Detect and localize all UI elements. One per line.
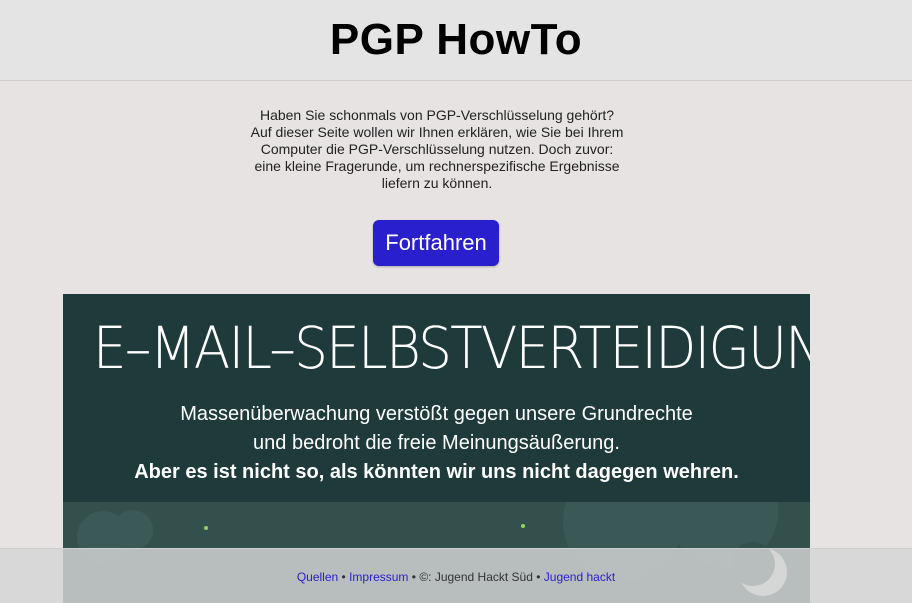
intro-line: Haben Sie schonmals von PGP-Verschlüssel… [259, 107, 615, 123]
star-icon [521, 524, 525, 528]
intro-line: Computer die PGP-Verschlüsselung nutzen.… [260, 141, 614, 157]
footer-separator: • [411, 570, 416, 584]
banner-text: Massenüberwachung verstößt gegen unsere … [63, 400, 810, 487]
banner-title: E–MAIL–SELBSTVERTEIDIGUNG [92, 314, 810, 382]
intro-line: eine kleine Fragerunde, um rechnerspezif… [254, 158, 620, 174]
page: PGP HowTo Haben Sie schonmals von PGP-Ve… [0, 0, 912, 603]
footer-separator: • [341, 570, 346, 584]
jugend-hackt-link[interactable]: Jugend hackt [544, 570, 615, 584]
intro-line: Auf dieser Seite wollen wir Ihnen erklär… [250, 124, 624, 140]
sources-link[interactable]: Quellen [297, 570, 338, 584]
banner-line-3: Aber es ist nicht so, als könnten wir un… [134, 461, 739, 483]
footer-separator: • [536, 570, 541, 584]
continue-button[interactable]: Fortfahren [373, 220, 499, 266]
page-title: PGP HowTo [329, 15, 583, 64]
header: PGP HowTo [0, 0, 912, 81]
copyright-text: ©: Jugend Hackt Süd [419, 570, 533, 584]
intro-text: Haben Sie schonmals von PGP-Verschlüssel… [237, 107, 637, 192]
banner-line-2: und bedroht die freie Meinungsäußerung. [253, 432, 620, 454]
banner-line-1: Massenüberwachung verstößt gegen unsere … [180, 403, 693, 425]
imprint-link[interactable]: Impressum [349, 570, 408, 584]
intro-line: liefern zu können. [381, 175, 493, 191]
star-icon [204, 526, 208, 530]
footer: Quellen • Impressum • ©: Jugend Hackt Sü… [0, 548, 912, 603]
